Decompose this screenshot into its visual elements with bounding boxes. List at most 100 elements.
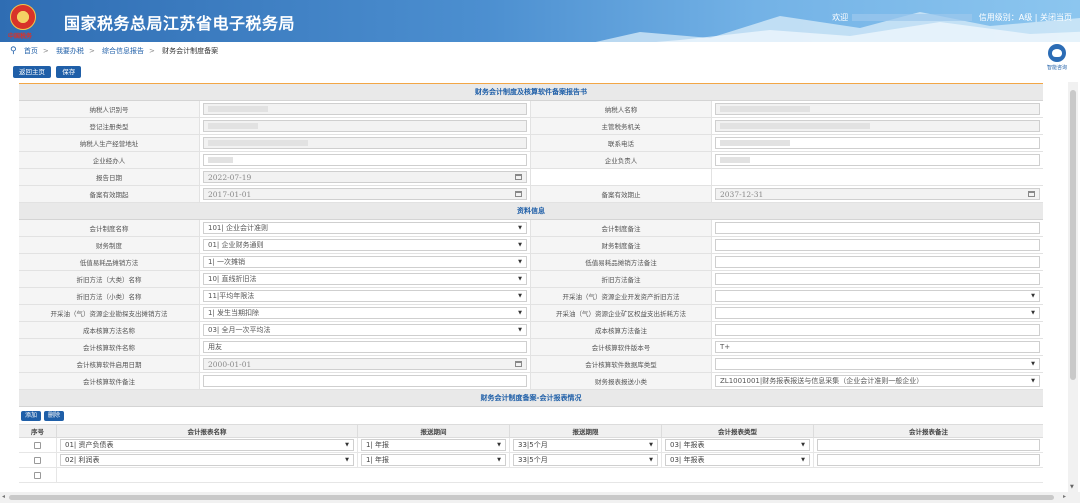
software-version-input[interactable]: T+	[715, 341, 1040, 353]
report-note-input[interactable]	[817, 439, 1040, 451]
add-row-button[interactable]: 添加	[21, 410, 42, 421]
site-title: 国家税务总局江苏省电子税务局	[64, 14, 296, 33]
row-checkbox[interactable]	[34, 456, 41, 464]
valid-to-field[interactable]: 2037-12-31	[715, 188, 1040, 200]
form-row: 开采油（气）资源企业勘探支出摊销方法 1| 发生当期扣除 ▼ 开采油（气）资源企业…	[19, 305, 1043, 322]
dropdown-arrow-icon: ▼	[518, 242, 522, 248]
field-label: 低值易耗品摊销方法	[19, 254, 200, 270]
field-label: 会计核算软件启用日期	[19, 356, 200, 372]
smart-assistant[interactable]: 智能咨询	[1043, 44, 1071, 71]
calendar-icon[interactable]	[515, 174, 522, 180]
oil-exp-select[interactable]: 1| 发生当期扣除 ▼	[203, 307, 527, 319]
close-page-link[interactable]: 关闭当页	[1040, 13, 1072, 22]
responsible-input[interactable]	[715, 154, 1040, 166]
field-label: 会计核算软件数据库类型	[531, 356, 712, 372]
fin-system-note-input[interactable]	[715, 239, 1040, 251]
valid-from-field[interactable]: 2017-01-01	[203, 188, 527, 200]
low-value-select[interactable]: 1| 一次摊销 ▼	[203, 256, 527, 268]
report-date-field[interactable]: 2022-07-19	[203, 171, 527, 183]
report-deadline-select[interactable]: 33|5个月 ▼	[513, 439, 658, 451]
report-type-select[interactable]: 03| 年报表 ▼	[665, 439, 810, 451]
back-home-button[interactable]: 返回主页	[13, 66, 51, 78]
delete-row-button[interactable]: 删除	[44, 410, 65, 421]
horizontal-scrollbar[interactable]: ◂ ▸	[0, 492, 1080, 503]
report-deadline-select[interactable]: 33|5个月 ▼	[513, 454, 658, 466]
grid-header: 序号 会计报表名称 报送期间 报送期限 会计报表类型 会计报表备注	[19, 424, 1043, 438]
taxpayer-id-field	[203, 103, 527, 115]
brand-small-text: 中国税务	[8, 33, 33, 40]
scroll-down-icon[interactable]: ▼	[1070, 484, 1074, 490]
software-date-field[interactable]: 2000-01-01	[203, 358, 527, 370]
software-name-input[interactable]: 用友	[203, 341, 527, 353]
col-header: 会计报表备注	[909, 428, 948, 436]
dropdown-arrow-icon: ▼	[518, 327, 522, 333]
report-name-select[interactable]: 01| 资产负债表 ▼	[60, 439, 354, 451]
field-label: 折旧方法备注	[531, 271, 712, 287]
fin-report-select[interactable]: ZL1001001|财务报表报送与信息采集（企业会计准则一般企业） ▼	[715, 375, 1040, 387]
field-label: 会计制度名称	[19, 220, 200, 236]
low-value-note-input[interactable]	[715, 256, 1040, 268]
field-label: 财务制度	[19, 237, 200, 253]
report-note-input[interactable]	[817, 454, 1040, 466]
software-note-input[interactable]	[203, 375, 527, 387]
report-name-select[interactable]: 02| 利润表 ▼	[60, 454, 354, 466]
form-row: 低值易耗品摊销方法 1| 一次摊销 ▼ 低值易耗品摊销方法备注	[19, 254, 1043, 271]
table-row: 02| 利润表 ▼ 1| 年报 ▼ 33|5个月 ▼ 03| 年报表 ▼	[19, 453, 1043, 468]
user-name-redacted	[852, 14, 973, 21]
field-label: 纳税人识别号	[19, 101, 200, 117]
agent-input[interactable]	[203, 154, 527, 166]
calendar-icon[interactable]	[515, 361, 522, 367]
calendar-icon[interactable]	[515, 191, 522, 197]
col-header: 报送期限	[510, 425, 662, 437]
field-label: 备案有效期止	[531, 186, 712, 202]
dropdown-arrow-icon: ▼	[518, 293, 522, 299]
location-pin-icon: ⚲	[10, 46, 17, 56]
row-checkbox[interactable]	[34, 471, 41, 479]
report-type-select[interactable]: 03| 年报表 ▼	[665, 454, 810, 466]
dropdown-arrow-icon: ▼	[1031, 361, 1035, 367]
dep-small-select[interactable]: 11|平均年限法 ▼	[203, 290, 527, 302]
vertical-scrollbar[interactable]: ▼	[1068, 82, 1078, 492]
col-header: 序号	[19, 425, 57, 437]
filing-form: 财务会计制度及核算软件备案报告书 纳税人识别号 纳税人名称 登记注册类型 主管税…	[19, 83, 1043, 483]
welcome-text: 欢迎	[832, 13, 849, 22]
section-title-info: 资料信息	[19, 203, 1043, 220]
dep-note-input[interactable]	[715, 273, 1040, 285]
oil-dev-select[interactable]: ▼	[715, 290, 1040, 302]
row-checkbox[interactable]	[34, 441, 41, 449]
dropdown-arrow-icon: ▼	[345, 442, 349, 448]
fin-system-select[interactable]: 01| 企业财务通则 ▼	[203, 239, 527, 251]
cost-method-select[interactable]: 03| 全月一次平均法 ▼	[203, 324, 527, 336]
oil-mine-select[interactable]: ▼	[715, 307, 1040, 319]
calendar-icon[interactable]	[1028, 191, 1035, 197]
field-label: 报告日期	[19, 169, 200, 185]
form-row: 备案有效期起 2017-01-01 备案有效期止 2037-12-31	[19, 186, 1043, 203]
dep-big-select[interactable]: 10| 直线折旧法 ▼	[203, 273, 527, 285]
app-header: 中国税务 国家税务总局江苏省电子税务局 欢迎 信用级别：A级 | 关闭当页	[0, 0, 1080, 42]
acct-system-note-input[interactable]	[715, 222, 1040, 234]
software-db-select[interactable]: ▼	[715, 358, 1040, 370]
report-period-select[interactable]: 1| 年报 ▼	[361, 439, 506, 451]
field-label: 联系电话	[531, 135, 712, 151]
col-header: 报送期间	[358, 425, 510, 437]
cost-note-input[interactable]	[715, 324, 1040, 336]
acct-system-select[interactable]: 101| 企业会计准则 ▼	[203, 222, 527, 234]
phone-input[interactable]	[715, 137, 1040, 149]
scroll-thumb[interactable]	[1070, 90, 1076, 380]
field-label: 纳税人生产经营地址	[19, 135, 200, 151]
dropdown-arrow-icon: ▼	[1031, 378, 1035, 384]
breadcrumb-report[interactable]: 综合信息报告	[102, 47, 144, 55]
breadcrumb-tax[interactable]: 我要办税	[56, 47, 84, 55]
scroll-right-icon[interactable]: ▸	[1063, 493, 1066, 500]
grid-toolbar: 添加 删除	[19, 407, 1043, 424]
tax-office-field	[715, 120, 1040, 132]
scroll-thumb[interactable]	[9, 495, 1054, 500]
scroll-left-icon[interactable]: ◂	[2, 493, 5, 500]
dropdown-arrow-icon: ▼	[1031, 293, 1035, 299]
breadcrumb-home[interactable]: 首页	[24, 47, 38, 55]
field-label: 主管税务机关	[531, 118, 712, 134]
field-label: 会计制度备注	[531, 220, 712, 236]
dropdown-arrow-icon: ▼	[345, 457, 349, 463]
save-button[interactable]: 保存	[56, 66, 82, 78]
report-period-select[interactable]: 1| 年报 ▼	[361, 454, 506, 466]
